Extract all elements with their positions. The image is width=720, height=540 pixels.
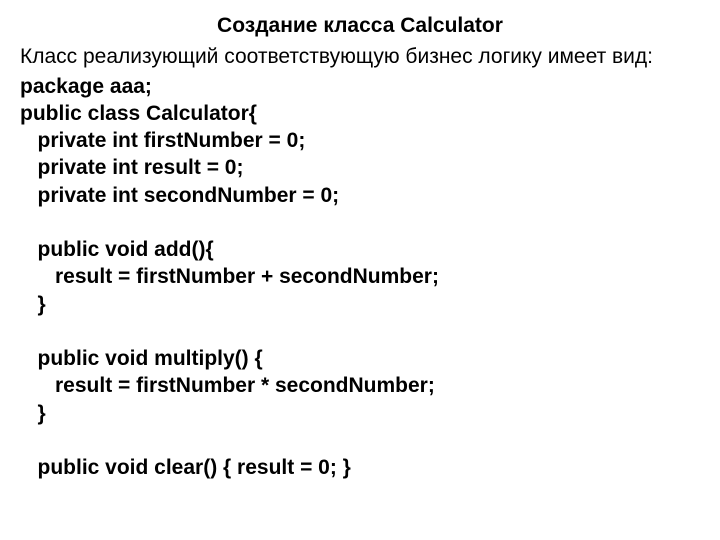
code-line: public void multiply() { <box>20 345 700 372</box>
code-line: } <box>20 291 700 318</box>
blank-line <box>20 318 700 345</box>
code-line: } <box>20 400 700 427</box>
code-line: private int result = 0; <box>20 154 700 181</box>
code-line: public class Calculator{ <box>20 100 700 127</box>
code-line: public void clear() { result = 0; } <box>20 454 700 481</box>
code-line: result = firstNumber + secondNumber; <box>20 263 700 290</box>
slide-description: Класс реализующий соответствующую бизнес… <box>48 43 700 70</box>
blank-line <box>20 427 700 454</box>
code-line: private int firstNumber = 0; <box>20 127 700 154</box>
code-line: result = firstNumber * secondNumber; <box>20 372 700 399</box>
slide-title: Создание класса Calculator <box>20 12 700 39</box>
code-line: private int secondNumber = 0; <box>20 182 700 209</box>
blank-line <box>20 209 700 236</box>
code-line: package aaa; <box>20 73 700 100</box>
code-line: public void add(){ <box>20 236 700 263</box>
